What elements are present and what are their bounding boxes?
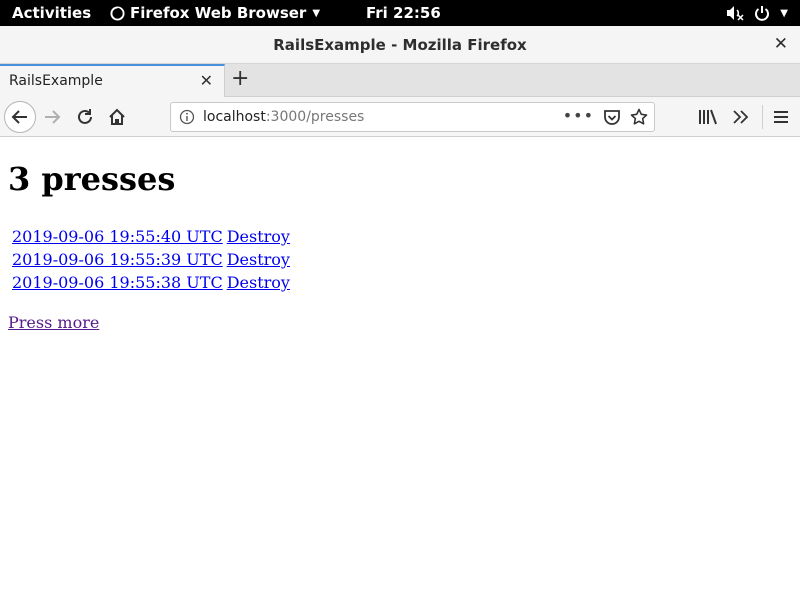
url-text[interactable]: localhost:3000/presses [203, 109, 364, 125]
page-title: 3 presses [8, 160, 176, 198]
clock[interactable]: Fri 22:56 [366, 4, 441, 22]
pocket-icon[interactable] [603, 109, 621, 130]
window-close-button[interactable]: ✕ [774, 34, 788, 54]
volume-muted-icon [726, 5, 744, 21]
close-tab-icon[interactable]: ✕ [200, 71, 213, 90]
table-row: 2019-09-06 19:55:40 UTC Destroy [11, 226, 291, 247]
tab-label: RailsExample [9, 73, 103, 89]
activities-button[interactable]: Activities [12, 4, 91, 22]
library-icon [699, 109, 717, 125]
forward-arrow-icon [45, 110, 61, 124]
url-bar[interactable]: localhost:3000/presses ••• [170, 102, 655, 132]
overflow-chevron-icon [733, 110, 749, 124]
app-menu-label: Firefox Web Browser [130, 4, 307, 22]
url-host: localhost [203, 109, 266, 125]
page-content: 3 presses 2019-09-06 19:55:40 UTC Destro… [0, 138, 800, 600]
window-title: RailsExample - Mozilla Firefox [273, 36, 527, 54]
system-menu[interactable]: ▼ [726, 5, 788, 21]
press-timestamp-link[interactable]: 2019-09-06 19:55:40 UTC [12, 227, 223, 246]
press-timestamp-link[interactable]: 2019-09-06 19:55:39 UTC [12, 250, 223, 269]
press-timestamp-link[interactable]: 2019-09-06 19:55:38 UTC [12, 273, 223, 292]
destroy-link[interactable]: Destroy [227, 227, 290, 246]
chevron-down-icon: ▼ [780, 7, 788, 19]
new-tab-button[interactable]: + [231, 66, 249, 91]
presses-table: 2019-09-06 19:55:40 UTC Destroy 2019-09-… [9, 224, 293, 295]
firefox-icon [110, 5, 125, 21]
toolbar-separator [762, 105, 763, 129]
hamburger-menu-icon [774, 111, 788, 123]
reload-icon [78, 109, 92, 124]
page-actions-icon[interactable]: ••• [563, 106, 594, 125]
open-menu-button[interactable] [769, 105, 793, 129]
overflow-menu-button[interactable] [728, 105, 752, 129]
tab-strip: RailsExample ✕ + [0, 64, 800, 97]
home-icon [109, 108, 125, 125]
table-row: 2019-09-06 19:55:38 UTC Destroy [11, 272, 291, 293]
home-button[interactable] [105, 105, 129, 129]
power-icon [754, 5, 770, 21]
table-row: 2019-09-06 19:55:39 UTC Destroy [11, 249, 291, 270]
nav-toolbar: localhost:3000/presses ••• [0, 97, 800, 137]
star-icon[interactable] [630, 108, 648, 130]
forward-button[interactable] [40, 105, 64, 129]
info-icon[interactable] [179, 109, 195, 129]
back-arrow-icon [11, 110, 27, 124]
url-path: :3000/presses [265, 109, 365, 125]
window-titlebar: RailsExample - Mozilla Firefox ✕ [0, 26, 800, 64]
app-menu[interactable]: Firefox Web Browser ▼ [110, 4, 320, 22]
library-button[interactable] [696, 105, 720, 129]
press-more-link[interactable]: Press more [8, 313, 99, 332]
destroy-link[interactable]: Destroy [227, 273, 290, 292]
gnome-top-bar: Activities Firefox Web Browser ▼ Fri 22:… [0, 0, 800, 26]
tab-railsexample[interactable]: RailsExample ✕ [0, 64, 225, 97]
chevron-down-icon: ▼ [312, 7, 321, 19]
reload-button[interactable] [73, 105, 97, 129]
back-button[interactable] [4, 101, 36, 133]
destroy-link[interactable]: Destroy [227, 250, 290, 269]
